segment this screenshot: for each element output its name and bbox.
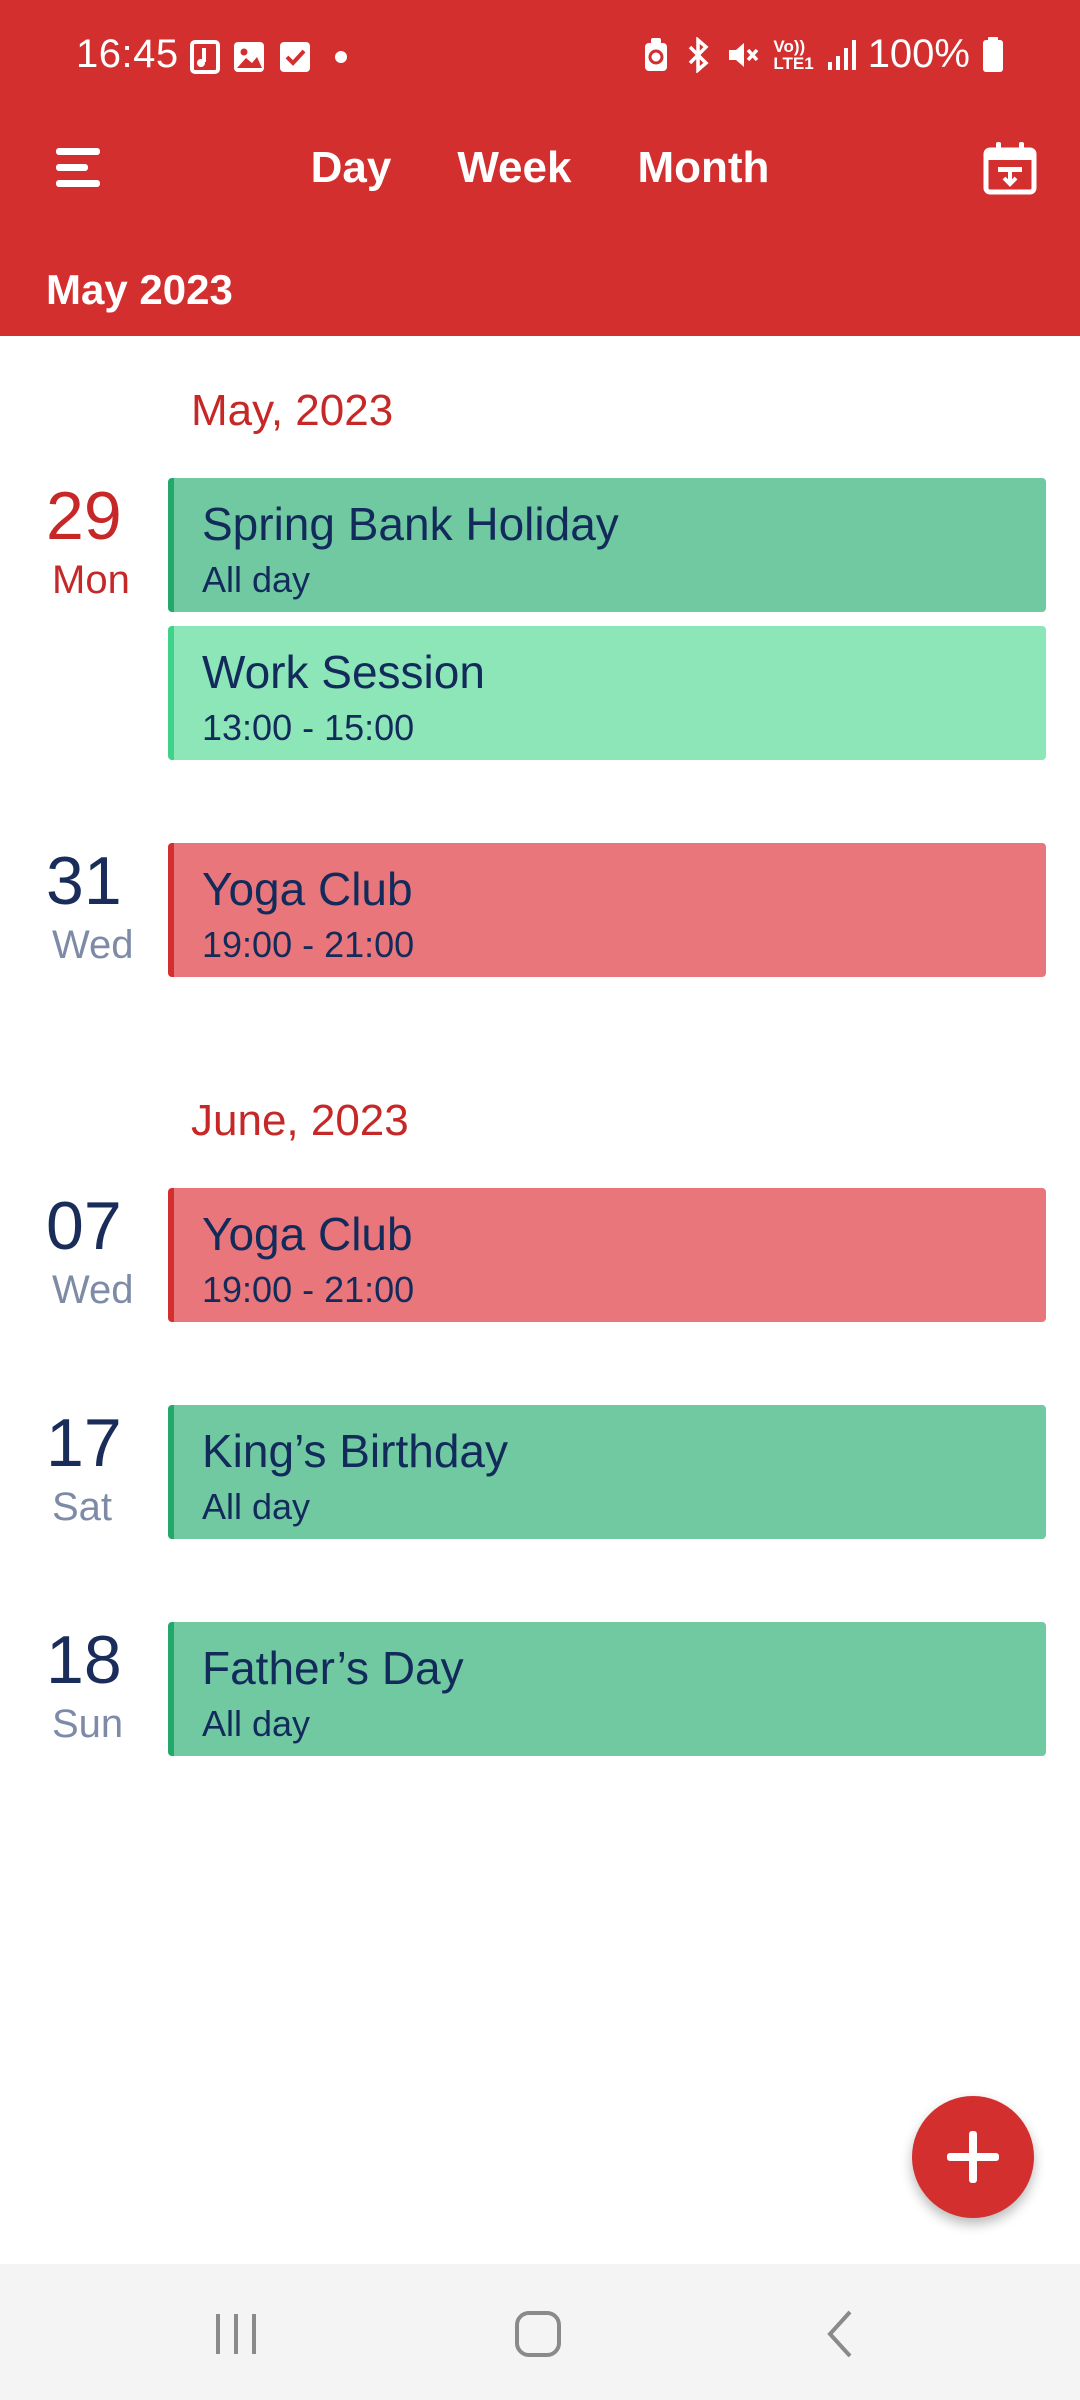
back-icon (827, 2310, 852, 2358)
app-bar: 16:45 Vo)) LTE1 100% Day Week Month May … (0, 0, 1080, 336)
volte-icon: Vo)) LTE1 (773, 38, 813, 72)
tab-day[interactable]: Day (311, 143, 392, 193)
calendar-today-icon (983, 142, 1037, 195)
event-time: 19:00 - 21:00 (202, 923, 415, 965)
recent-apps-button[interactable] (206, 2304, 266, 2364)
signal-icon (827, 39, 856, 70)
event-title: King’s Birthday (202, 1425, 508, 1477)
date-header: 18 Sun (46, 1626, 180, 1747)
add-event-button[interactable] (912, 2096, 1034, 2218)
date-number: 29 (46, 478, 122, 554)
back-button[interactable] (812, 2304, 872, 2364)
date-number: 17 (46, 1405, 122, 1481)
section-title-may: May, 2023 (191, 386, 394, 435)
recent-apps-icon (216, 2314, 256, 2354)
event-card[interactable]: King’s Birthday All day (168, 1405, 1046, 1539)
battery-percent: 100% (867, 32, 970, 76)
system-nav-bar (0, 2264, 1080, 2400)
section-title-june: June, 2023 (191, 1096, 409, 1145)
tab-month[interactable]: Month (637, 143, 769, 193)
dot-icon (335, 51, 347, 63)
event-time: All day (202, 1702, 311, 1744)
go-to-today-button[interactable] (982, 140, 1038, 196)
date-header: 29 Mon (46, 482, 180, 603)
event-time: All day (202, 558, 311, 600)
date-header: 31 Wed (46, 847, 180, 968)
home-icon (515, 2311, 561, 2357)
date-header: 07 Wed (46, 1192, 180, 1313)
status-right-icons: Vo)) LTE1 100% (641, 32, 1004, 77)
status-left-icons (190, 40, 358, 74)
plus-icon (947, 2131, 999, 2183)
date-number: 18 (46, 1622, 122, 1698)
date-weekday: Sun (52, 1702, 124, 1746)
image-icon (234, 42, 264, 72)
event-time: All day (202, 1485, 311, 1527)
volte-line-1: Vo)) (773, 36, 806, 56)
event-card[interactable]: Yoga Club 19:00 - 21:00 (168, 1188, 1046, 1322)
date-number: 31 (46, 843, 122, 919)
event-title: Work Session (202, 646, 485, 698)
event-time: 19:00 - 21:00 (202, 1268, 415, 1310)
date-number: 07 (46, 1188, 122, 1264)
current-period-label[interactable]: May 2023 (46, 266, 233, 314)
battery-icon (983, 36, 1003, 72)
bluetooth-icon (689, 36, 709, 73)
event-title: Yoga Club (202, 863, 413, 915)
volte-line-2: LTE1 (773, 53, 814, 73)
date-weekday: Sat (52, 1485, 113, 1529)
music-file-icon (190, 40, 220, 74)
checkbox-icon (280, 42, 310, 72)
battery-saver-icon (645, 37, 668, 71)
tab-week[interactable]: Week (457, 143, 571, 193)
date-weekday: Wed (52, 923, 134, 967)
event-title: Spring Bank Holiday (202, 498, 619, 550)
hamburger-menu-icon (56, 148, 100, 187)
status-bar: 16:45 Vo)) LTE1 100% (0, 0, 1080, 118)
home-button[interactable] (508, 2304, 568, 2364)
event-card[interactable]: Spring Bank Holiday All day (168, 478, 1046, 612)
event-card[interactable]: Father’s Day All day (168, 1622, 1046, 1756)
event-card[interactable]: Work Session 13:00 - 15:00 (168, 626, 1046, 760)
event-card[interactable]: Yoga Club 19:00 - 21:00 (168, 843, 1046, 977)
event-title: Yoga Club (202, 1208, 413, 1260)
event-time: 13:00 - 15:00 (202, 706, 415, 748)
date-header: 17 Sat (46, 1409, 180, 1530)
view-tabs: Day Week Month (0, 118, 1080, 218)
mute-icon (729, 42, 759, 67)
toolbar: Day Week Month (0, 118, 1080, 218)
date-weekday: Wed (52, 1268, 134, 1312)
event-title: Father’s Day (202, 1642, 464, 1694)
status-time: 16:45 (76, 32, 179, 76)
menu-button[interactable] (52, 142, 104, 194)
date-weekday: Mon (52, 558, 130, 602)
